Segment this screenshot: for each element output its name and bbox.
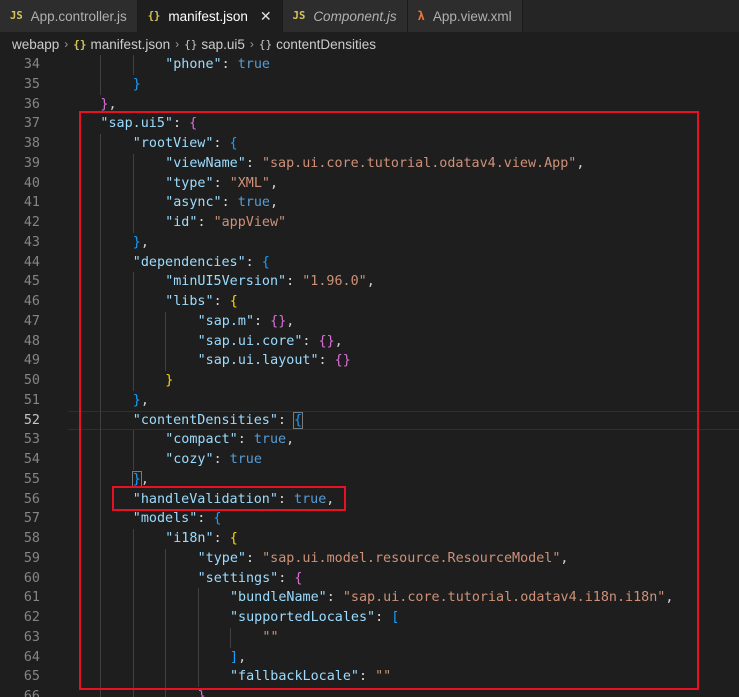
line-number: 51 — [23, 392, 40, 408]
line-number: 66 — [23, 689, 40, 697]
tab-label: App.controller.js — [30, 8, 127, 24]
line-number: 63 — [23, 629, 40, 645]
code-text: "phone": true — [165, 55, 270, 75]
tab-component-js[interactable]: JS Component.js — [282, 0, 408, 32]
line-number: 65 — [23, 669, 40, 685]
line-number: 43 — [23, 234, 40, 250]
line-number: 46 — [23, 294, 40, 309]
tab-app-view-xml[interactable]: λ App.view.xml — [407, 0, 523, 32]
chevron-right-icon: › — [249, 37, 254, 51]
line-number: 35 — [23, 76, 40, 92]
tab-label: Component.js — [313, 8, 397, 24]
line-number: 42 — [23, 215, 40, 230]
line-number: 40 — [23, 175, 40, 191]
line-number: 57 — [23, 511, 40, 527]
object-symbol-icon: {} — [184, 37, 198, 51]
close-icon[interactable]: ✕ — [260, 8, 272, 25]
line-number: 37 — [23, 116, 40, 132]
code-token: true — [237, 57, 270, 72]
xml-file-icon: λ — [417, 9, 425, 23]
chevron-right-icon: › — [64, 37, 69, 51]
breadcrumb-file[interactable]: manifest.json — [91, 37, 171, 52]
object-symbol-icon: {} — [258, 37, 273, 51]
editor-tab-bar: JS App.controller.js {} manifest.json ✕ JS Com… — [0, 0, 739, 32]
line-number: 39 — [23, 155, 40, 171]
code-token: "phone" — [165, 57, 222, 72]
code-line[interactable]: 34 "phone": true — [0, 55, 739, 75]
highlight-box-handle-validation — [112, 486, 346, 511]
vscode-editor-window: JS App.controller.js {} manifest.json ✕ JS Com… — [0, 0, 739, 697]
indent-guide — [132, 55, 134, 75]
code-token: : — [221, 57, 238, 72]
line-number: 49 — [23, 353, 40, 369]
line-number: 50 — [23, 373, 40, 388]
js-file-icon: JS — [292, 10, 306, 22]
code-line[interactable]: 35} — [0, 74, 739, 95]
highlight-box-sap-ui5 — [79, 111, 699, 690]
line-number: 44 — [23, 254, 40, 270]
indent-guide — [100, 55, 102, 75]
code-text: } — [133, 75, 141, 95]
line-number: 47 — [23, 313, 40, 329]
breadcrumb: webapp › {} manifest.json › {} sap.ui5 ›… — [0, 32, 739, 56]
line-number: 61 — [23, 590, 40, 606]
tab-manifest-json[interactable]: {} manifest.json ✕ — [137, 0, 283, 32]
indent-guide — [100, 74, 102, 95]
chevron-right-icon: › — [175, 37, 180, 51]
js-file-icon: JS — [10, 10, 23, 22]
line-number: 45 — [23, 274, 40, 290]
tab-label: manifest.json — [168, 8, 248, 24]
line-number: 34 — [23, 57, 40, 72]
json-file-icon: {} — [147, 10, 161, 22]
line-number: 60 — [23, 570, 40, 586]
tab-bar-empty-area — [522, 0, 739, 32]
breadcrumb-folder[interactable]: webapp — [12, 37, 59, 52]
line-number: 54 — [23, 452, 40, 467]
line-number: 58 — [23, 531, 40, 546]
breadcrumb-symbol-sap-ui5[interactable]: sap.ui5 — [201, 37, 245, 52]
code-token: } — [132, 76, 141, 92]
json-file-icon: {} — [73, 37, 87, 51]
line-number: 53 — [23, 432, 40, 448]
code-token: , — [108, 96, 117, 112]
line-number: 56 — [23, 491, 40, 507]
line-number: 38 — [23, 136, 40, 151]
line-number: 64 — [23, 649, 40, 665]
line-number: 59 — [23, 550, 40, 566]
tab-label: App.view.xml — [432, 8, 512, 24]
line-number: 55 — [23, 471, 40, 487]
line-number: 48 — [23, 333, 40, 349]
tab-app-controller-js[interactable]: JS App.controller.js — [0, 0, 138, 32]
code-token: } — [197, 689, 206, 697]
line-number: 36 — [23, 96, 40, 112]
line-number: 41 — [23, 195, 40, 211]
breadcrumb-symbol-content-densities[interactable]: contentDensities — [276, 37, 376, 52]
line-number: 52 — [23, 412, 40, 428]
line-number: 62 — [23, 610, 40, 625]
